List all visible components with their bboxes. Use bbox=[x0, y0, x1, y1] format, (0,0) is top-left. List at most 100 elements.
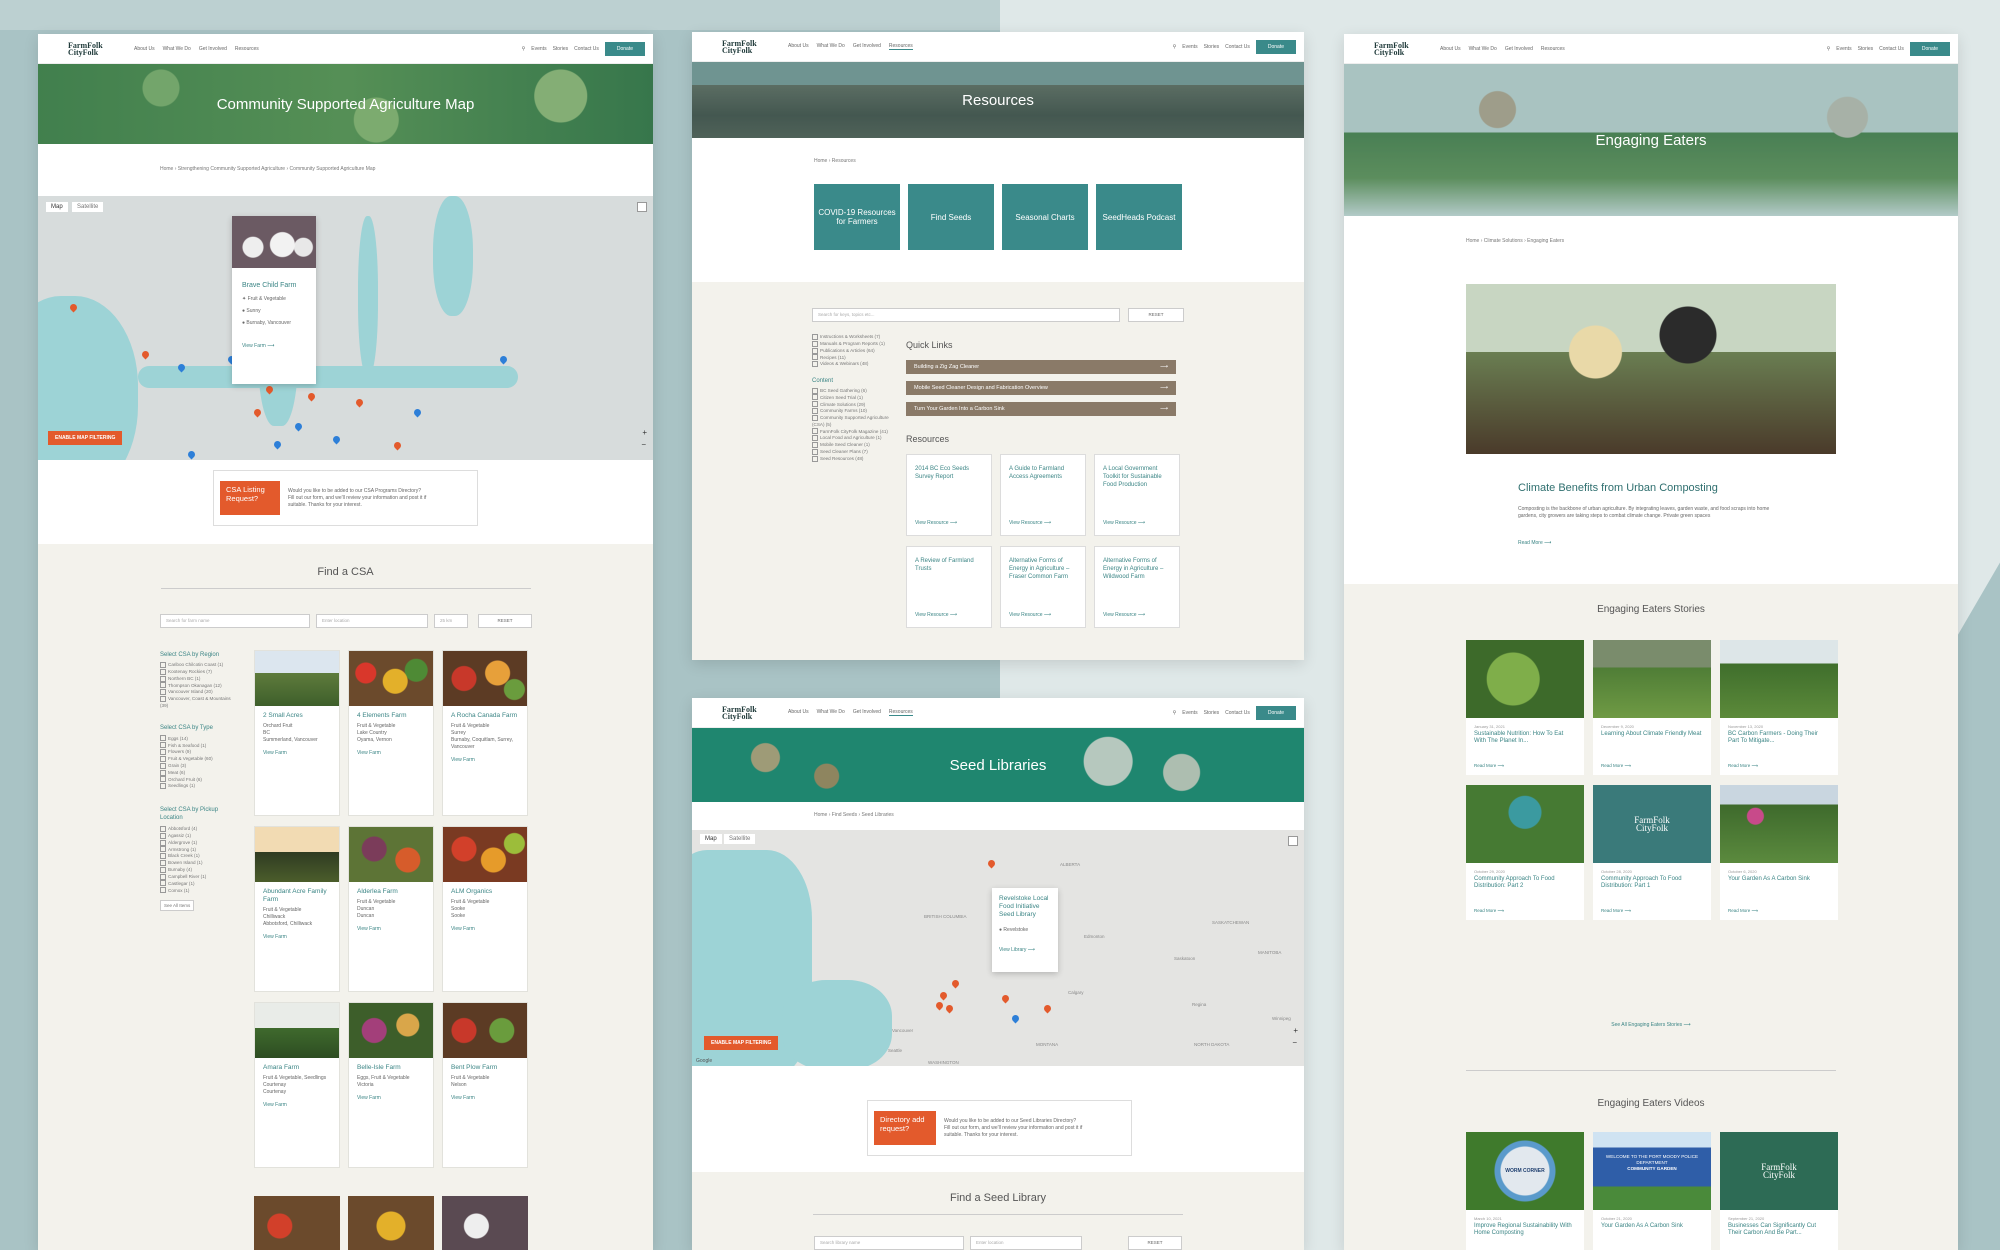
breadcrumb-home[interactable]: Home bbox=[1466, 238, 1479, 244]
search-icon[interactable]: ⚲ bbox=[1827, 46, 1831, 52]
enable-map-filtering-button[interactable]: ENABLE MAP FILTERING bbox=[48, 431, 123, 445]
nav-events[interactable]: Events bbox=[1836, 46, 1851, 52]
view-farm-link[interactable]: View Farm bbox=[349, 744, 433, 764]
nav-contact[interactable]: Contact Us bbox=[574, 46, 599, 52]
breadcrumb-home[interactable]: Home bbox=[814, 158, 827, 164]
story-card[interactable]: January 31, 2021 Sustainable Nutrition: H… bbox=[1466, 640, 1584, 775]
filter-checkbox[interactable]: Black Creek (1) bbox=[160, 853, 200, 858]
resource-card[interactable]: A Guide to Farmland Access Agreements Vie… bbox=[1000, 454, 1086, 536]
filter-checkbox[interactable]: Vancouver Island (20) bbox=[160, 689, 213, 694]
quick-link[interactable]: Mobile Seed Cleaner Design and Fabricati… bbox=[906, 381, 1176, 395]
story-card[interactable]: October 29, 2020 Community Approach To Fo… bbox=[1466, 785, 1584, 920]
nav-what-we-do[interactable]: What We Do bbox=[1469, 46, 1497, 52]
map-pin[interactable] bbox=[306, 391, 317, 402]
distance-select[interactable]: 25 km bbox=[434, 614, 468, 628]
filter-checkbox[interactable]: Burnaby (4) bbox=[160, 867, 192, 872]
filter-checkbox[interactable]: Climate Solutions (29) bbox=[812, 402, 865, 407]
filter-checkbox[interactable]: Cariboo Chilcotin Coast (1) bbox=[160, 662, 223, 667]
listing-line2[interactable]: Fill out our form, and we'll review your… bbox=[944, 1125, 1082, 1132]
story-card[interactable]: November 13, 2020 BC Carbon Farmers - Doi… bbox=[1720, 640, 1838, 775]
map-pin[interactable] bbox=[938, 990, 949, 1001]
library-search-input[interactable]: Search library name bbox=[814, 1236, 964, 1250]
filter-checkbox[interactable]: Comox (1) bbox=[160, 888, 189, 893]
filter-checkbox[interactable]: Armstrong (1) bbox=[160, 847, 196, 852]
csa-map[interactable]: Map Satellite Brave Child Farm ✦ Fruit &… bbox=[38, 196, 653, 460]
farm-card[interactable]: Alderlea Farm Fruit & Vegetable Duncan Dunc… bbox=[348, 826, 434, 992]
filter-checkbox[interactable]: Agassiz (1) bbox=[160, 833, 191, 838]
filter-checkbox[interactable]: Fish & Seafood (1) bbox=[160, 743, 206, 748]
view-farm-link[interactable]: View Farm bbox=[255, 744, 339, 764]
see-all-button[interactable]: See All Items bbox=[160, 900, 195, 912]
farm-search-input[interactable]: Search for farm name bbox=[160, 614, 310, 628]
see-all-stories-link[interactable]: See All Engaging Eaters Stories bbox=[1611, 1022, 1682, 1028]
seed-library-map[interactable]: Map Satellite ALBERTA BRITISH COLUMBIA S… bbox=[692, 830, 1304, 1066]
search-icon[interactable]: ⚲ bbox=[522, 46, 526, 52]
filter-checkbox[interactable]: Community Supported Agriculture (CSA) (5… bbox=[812, 415, 889, 427]
filter-checkbox[interactable]: Grain (3) bbox=[160, 763, 186, 768]
view-farm-link[interactable]: View Farm bbox=[255, 928, 339, 948]
farm-card[interactable]: ALM Organics Fruit & Vegetable Sooke Sooke V… bbox=[442, 826, 528, 992]
fullscreen-icon[interactable] bbox=[1288, 836, 1298, 846]
nav-resources[interactable]: Resources bbox=[1541, 46, 1565, 52]
nav-stories[interactable]: Stories bbox=[1204, 44, 1220, 50]
search-icon[interactable]: ⚲ bbox=[1173, 44, 1177, 50]
listing-line2[interactable]: Fill out our form, and we'll review your… bbox=[288, 495, 426, 502]
view-farm-link[interactable]: View Farm bbox=[349, 920, 433, 940]
map-pin[interactable] bbox=[986, 858, 997, 869]
resource-card[interactable]: 2014 BC Eco Seeds Survey Report View Reso… bbox=[906, 454, 992, 536]
donate-button[interactable]: Donate bbox=[1255, 39, 1296, 54]
directory-add-badge[interactable]: Directory add request? bbox=[874, 1111, 936, 1145]
farm-card[interactable]: 2 Small Acres Orchard Fruit BC Summerland, … bbox=[254, 650, 340, 816]
donate-button[interactable]: Donate bbox=[1255, 705, 1296, 720]
quick-link[interactable]: Turn Your Garden Into a Carbon Sink ⟶ bbox=[906, 402, 1176, 416]
nav-get-involved[interactable]: Get Involved bbox=[853, 709, 881, 716]
map-pin[interactable] bbox=[252, 407, 263, 418]
map-tab-satellite[interactable]: Satellite bbox=[724, 834, 756, 844]
zoom-out-button[interactable]: − bbox=[1292, 1038, 1297, 1047]
read-more-link[interactable]: Read More bbox=[1518, 540, 1543, 546]
nav-stories[interactable]: Stories bbox=[1858, 46, 1874, 52]
story-card[interactable]: FarmFolk CityFolk October 28, 2020 Communit… bbox=[1593, 785, 1711, 920]
farm-card[interactable]: Bent Plow Farm Fruit & Vegetable Nelson Vie… bbox=[442, 1002, 528, 1168]
filter-checkbox[interactable]: Seed Cleaner Plans (7) bbox=[812, 449, 868, 454]
resource-card[interactable]: A Review of Farmland Trusts View Resource… bbox=[906, 546, 992, 628]
view-farm-link[interactable]: View Farm bbox=[443, 751, 527, 771]
tile-seedheads-podcast[interactable]: SeedHeads Podcast bbox=[1096, 184, 1182, 250]
nav-get-involved[interactable]: Get Involved bbox=[199, 46, 227, 52]
filter-checkbox[interactable]: Bowen Island (1) bbox=[160, 860, 202, 865]
map-pin[interactable] bbox=[1000, 993, 1011, 1004]
filter-checkbox[interactable]: Videos & Webinars (48) bbox=[812, 361, 868, 366]
filter-checkbox[interactable]: Mobile Seed Cleaner (1) bbox=[812, 442, 870, 447]
video-card[interactable]: WORM CORNER March 10, 2021 Improve Regiona… bbox=[1466, 1132, 1584, 1250]
nav-about[interactable]: About Us bbox=[1440, 46, 1461, 52]
tile-find-seeds[interactable]: Find Seeds bbox=[908, 184, 994, 250]
farm-name[interactable]: 2 Small Acres bbox=[255, 706, 339, 723]
feature-image[interactable] bbox=[1466, 284, 1836, 454]
donate-button[interactable]: Donate bbox=[1909, 41, 1950, 56]
view-farm-link[interactable]: View Farm bbox=[255, 1096, 339, 1116]
tile-covid-resources[interactable]: COVID-19 Resources for Farmers bbox=[814, 184, 900, 250]
farm-name[interactable]: Bent Plow Farm bbox=[443, 1058, 527, 1075]
quick-link[interactable]: Building a Zig Zag Cleaner ⟶ bbox=[906, 360, 1176, 374]
filter-checkbox[interactable]: Campbell River (1) bbox=[160, 874, 206, 879]
farm-name[interactable]: Amara Farm bbox=[255, 1058, 339, 1075]
location-input[interactable]: Enter location bbox=[316, 614, 428, 628]
nav-stories[interactable]: Stories bbox=[1204, 710, 1220, 716]
filter-checkbox[interactable]: Northern BC (1) bbox=[160, 676, 200, 681]
resource-card[interactable]: A Local Government Toolkit for Sustainab… bbox=[1094, 454, 1180, 536]
map-pin[interactable] bbox=[944, 1003, 955, 1014]
story-card[interactable]: December 9, 2020 Learning About Climate F… bbox=[1593, 640, 1711, 775]
farm-name[interactable]: 4 Elements Farm bbox=[349, 706, 433, 723]
filter-checkbox[interactable]: Seedlings (1) bbox=[160, 783, 195, 788]
filter-checkbox[interactable]: Thompson Okanagan (12) bbox=[160, 683, 222, 688]
nav-events[interactable]: Events bbox=[531, 46, 546, 52]
nav-contact[interactable]: Contact Us bbox=[1225, 44, 1250, 50]
reset-button[interactable]: RESET bbox=[1128, 308, 1184, 322]
site-logo[interactable]: FarmFolk CityFolk bbox=[1374, 41, 1430, 56]
nav-get-involved[interactable]: Get Involved bbox=[853, 43, 881, 50]
video-card[interactable]: FarmFolk CityFolk September 21, 2020 Busine… bbox=[1720, 1132, 1838, 1250]
map-pin[interactable] bbox=[140, 349, 151, 360]
filter-checkbox[interactable]: Seed Resources (48) bbox=[812, 456, 863, 461]
filter-checkbox[interactable]: Community Farms (10) bbox=[812, 408, 867, 413]
nav-what-we-do[interactable]: What We Do bbox=[163, 46, 191, 52]
